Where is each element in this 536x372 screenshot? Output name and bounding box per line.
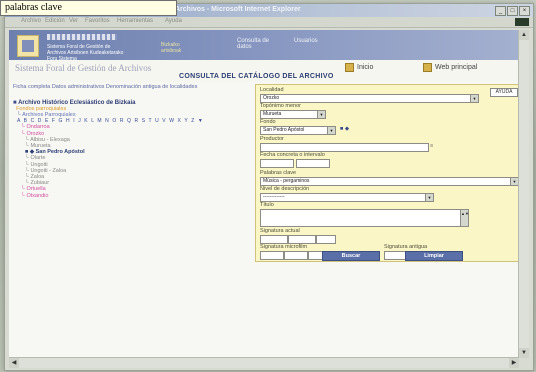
- page-title: CONSULTA DEL CATÁLOGO DEL ARCHIVO: [179, 73, 334, 80]
- archive-tree-panel: Ficha completa Datos administrativos Den…: [13, 84, 249, 254]
- menu-bar: Archivo Edición Ver Favoritos Herramient…: [5, 17, 533, 28]
- signatura-actual-2[interactable]: [288, 235, 316, 244]
- minimize-button[interactable]: _: [495, 6, 506, 16]
- search-form: AYUDA Localidad Orozko ▼ Topónimo menor M…: [255, 84, 519, 262]
- tooltip-text: palabras clave: [5, 2, 62, 13]
- browser-window: Archivos - Microsoft Internet Explorer _…: [4, 3, 534, 371]
- window-controls: _ □ ×: [495, 6, 530, 16]
- signatura-actual-3[interactable]: [316, 235, 336, 244]
- localidad-label: Localidad: [260, 87, 284, 93]
- banner-tab-usuarios[interactable]: Usuarios: [294, 38, 318, 44]
- menu-herramientas[interactable]: Herramientas: [117, 18, 153, 24]
- maximize-button[interactable]: □: [507, 6, 518, 16]
- signatura-microfilm-label: Signatura microfilm: [260, 244, 308, 250]
- chevron-down-icon: ▼: [470, 95, 478, 102]
- scroll-left-icon[interactable]: ◀: [9, 358, 19, 368]
- toponimo-label: Topónimo menor: [260, 103, 301, 109]
- help-button[interactable]: AYUDA: [490, 88, 518, 97]
- palabras-clave-select[interactable]: Música - pergaminos ▼: [260, 177, 519, 186]
- menu-favoritos[interactable]: Favoritos: [85, 18, 110, 24]
- close-button[interactable]: ×: [519, 6, 530, 16]
- home-icon: [345, 63, 354, 72]
- scroll-down-icon[interactable]: ▼: [519, 348, 529, 358]
- titulo-textarea[interactable]: ▲▼: [260, 209, 469, 227]
- signatura-microfilm-2[interactable]: [284, 251, 308, 260]
- page-content: Sistema Foral de Gestión de Archivos Art…: [9, 30, 519, 358]
- browser-logo-icon: [515, 18, 529, 26]
- productor-lookup-icon[interactable]: ≡: [430, 143, 433, 149]
- fondo-label: Fondo: [260, 119, 276, 125]
- fecha-desde-input[interactable]: [260, 159, 294, 168]
- nivel-select[interactable]: ------------- ▼: [260, 193, 434, 202]
- chevron-down-icon: ▼: [510, 178, 518, 185]
- chevron-down-icon: ▼: [317, 111, 325, 118]
- banner-tab-consulta[interactable]: Consulta de datos: [237, 38, 277, 50]
- site-name: Sistema Foral de Gestión de Archivos: [15, 63, 152, 73]
- titulo-label: Título: [260, 202, 274, 208]
- vertical-scrollbar[interactable]: ▲ ▼: [518, 30, 529, 358]
- nivel-label: Nivel de descripción: [260, 186, 310, 192]
- toponimo-select[interactable]: Murueta ▼: [260, 110, 326, 119]
- web-principal-link[interactable]: Web principal: [423, 63, 477, 72]
- limpiar-button[interactable]: Limpiar: [405, 251, 463, 261]
- view-options[interactable]: Ficha completa Datos administrativos Den…: [13, 84, 249, 90]
- productor-label: Productor: [260, 136, 284, 142]
- menu-ayuda[interactable]: Ayuda: [165, 18, 182, 24]
- fondo-select[interactable]: San Pedro Apóstol ▼: [260, 126, 336, 135]
- signatura-antigua-label: Signatura antigua: [384, 244, 428, 250]
- site-banner: Sistema Foral de Gestión de Archivos Art…: [9, 30, 519, 62]
- productor-input[interactable]: [260, 143, 429, 152]
- signatura-actual-1[interactable]: [260, 235, 288, 244]
- menu-ver[interactable]: Ver: [69, 18, 78, 24]
- fecha-label: Fecha concreta o intervalo: [260, 152, 325, 158]
- localidad-select[interactable]: Orozko ▼: [260, 94, 479, 103]
- inicio-link[interactable]: Inicio: [345, 63, 373, 72]
- window-title: Archivos - Microsoft Internet Explorer: [175, 6, 301, 13]
- sub-header: Sistema Foral de Gestión de Archivos Ini…: [9, 60, 519, 82]
- banner-tab-archivos[interactable]: Bizkaiko artxiboak: [161, 42, 201, 54]
- tree-item[interactable]: └ Otxandio: [13, 193, 249, 199]
- web-principal-label: Web principal: [435, 64, 478, 71]
- fondo-tree-icon[interactable]: ■ ◆: [340, 126, 349, 132]
- banner-stripe: [47, 34, 117, 40]
- logo-icon: [17, 35, 39, 57]
- web-icon: [423, 63, 432, 72]
- menu-archivo[interactable]: Archivo: [21, 18, 41, 24]
- signatura-actual-label: Signatura actual: [260, 228, 300, 234]
- signatura-microfilm-1[interactable]: [260, 251, 284, 260]
- buscar-button[interactable]: Buscar: [322, 251, 380, 261]
- horizontal-scrollbar[interactable]: ◀ ▶: [9, 357, 519, 368]
- scroll-up-icon[interactable]: ▲: [519, 30, 529, 40]
- scroll-arrows-icon: ▲▼: [460, 210, 468, 226]
- menu-edicion[interactable]: Edición: [45, 18, 65, 24]
- chevron-down-icon: ▼: [327, 127, 335, 134]
- tooltip: palabras clave: [0, 0, 177, 16]
- inicio-label: Inicio: [357, 64, 374, 71]
- fecha-hasta-input[interactable]: [296, 159, 330, 168]
- palabras-clave-label: Palabras clave: [260, 170, 297, 176]
- scroll-right-icon[interactable]: ▶: [509, 358, 519, 368]
- chevron-down-icon: ▼: [425, 194, 433, 201]
